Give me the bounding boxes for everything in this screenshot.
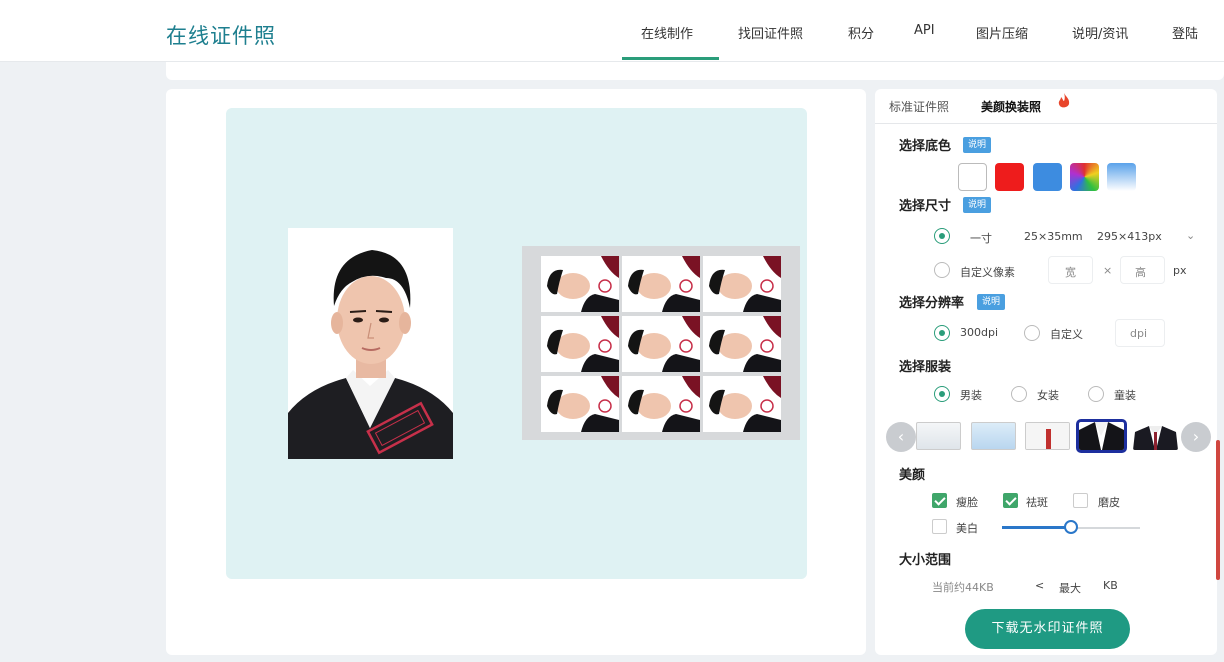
size-preset-px: 295×413px [1097,230,1162,243]
nav-active-underline [622,57,719,60]
chevron-left-icon[interactable]: ‹ [886,422,916,452]
size-help-badge[interactable]: 说明 [963,197,992,213]
resolution-title: 选择分辨率 [899,296,965,311]
smooth-skin-checkbox[interactable] [1073,493,1088,508]
remove-spots-checkbox[interactable] [1003,493,1018,508]
nav-help[interactable]: 说明/资讯 [1072,23,1128,42]
print-thumbnail [622,316,700,372]
chevron-down-icon[interactable]: ⌄ [1186,229,1195,242]
current-size-text: 当前约44KB [932,581,994,594]
max-size-input[interactable]: 最大 [1050,572,1095,600]
swatch-rainbow[interactable] [1070,163,1099,191]
nav-compress[interactable]: 图片压缩 [976,23,1028,42]
swatch-gradient[interactable] [1107,163,1136,191]
site-brand[interactable]: 在线证件照 [166,20,276,50]
size-preset-mm: 25×35mm [1024,230,1083,243]
clothes-kids-label: 童装 [1114,389,1136,402]
slim-face-label: 瘦脸 [956,496,978,509]
dpi-preset-radio[interactable] [934,325,950,341]
dpi-input[interactable]: dpi [1115,319,1165,347]
nav-online-make[interactable]: 在线制作 [641,23,693,42]
file-size-title: 大小范围 [899,553,952,568]
print-thumbnail [622,256,700,312]
nav-login[interactable]: 登陆 [1172,23,1198,42]
clothes-kids-radio[interactable] [1088,386,1104,402]
height-input[interactable]: 高 [1120,256,1165,284]
swatch-red[interactable] [995,163,1024,191]
tab-beauty[interactable]: 美颜换装照 [981,98,1041,115]
portrait-image [288,228,453,459]
resolution-help-badge[interactable]: 说明 [977,294,1006,310]
clothes-style-3[interactable] [1025,422,1070,450]
clothes-men-radio[interactable] [934,386,950,402]
print-thumbnail [703,316,781,372]
download-button[interactable]: 下载无水印证件照 [965,609,1130,649]
beauty-title: 美颜 [899,468,926,483]
swatch-white[interactable] [958,163,987,191]
swatch-blue[interactable] [1033,163,1062,191]
bg-color-help-badge[interactable]: 说明 [963,137,992,153]
print-thumbnail [541,256,619,312]
size-preset-radio[interactable] [934,228,950,244]
size-preset-label: 一寸 [970,232,992,245]
print-layout-sheet [522,246,800,440]
size-custom-radio[interactable] [934,262,950,278]
clothes-style-5[interactable] [1133,422,1178,450]
size-title: 选择尺寸 [899,199,952,214]
header-strip [166,62,1224,80]
tabs-divider [875,123,1217,124]
width-input[interactable]: 宽 [1048,256,1093,284]
dpi-custom-label: 自定义 [1050,328,1083,341]
top-header: 在线证件照 在线制作 找回证件照 积分 API 图片压缩 说明/资讯 登陆 [0,0,1224,62]
page-scrollbar[interactable] [1216,440,1220,580]
print-thumbnail [703,376,781,432]
beauty-slider-handle[interactable] [1064,520,1078,534]
size-custom-label: 自定义像素 [960,266,1015,279]
print-thumbnail [622,376,700,432]
clothes-style-2[interactable] [971,422,1016,450]
clothes-title: 选择服装 [899,360,952,375]
smooth-skin-label: 磨皮 [1098,496,1120,509]
clothes-style-4-selected[interactable] [1076,419,1127,453]
size-unit-kb: KB [1103,579,1118,592]
id-photo-preview [288,228,453,459]
dpi-preset-label: 300dpi [960,326,999,339]
print-thumbnail [703,256,781,312]
chevron-right-icon[interactable]: › [1181,422,1211,452]
dpi-input-placeholder: dpi [1130,327,1148,340]
height-input-placeholder: 高 [1135,266,1146,279]
slim-face-checkbox[interactable] [932,493,947,508]
beauty-slider-fill [1002,526,1071,529]
clothes-women-label: 女装 [1037,389,1059,402]
nav-retrieve[interactable]: 找回证件照 [738,23,803,42]
tab-standard[interactable]: 标准证件照 [889,98,949,115]
max-size-placeholder: 最大 [1059,582,1081,595]
times-sign: × [1103,264,1113,277]
print-thumbnail [541,316,619,372]
nav-points[interactable]: 积分 [848,23,874,42]
nav-api[interactable]: API [914,23,935,38]
remove-spots-label: 祛斑 [1026,496,1048,509]
clothes-style-1[interactable] [916,422,961,450]
width-input-placeholder: 宽 [1065,266,1076,279]
clothes-men-label: 男装 [960,389,982,402]
dpi-custom-radio[interactable] [1024,325,1040,341]
whitening-label: 美白 [956,522,978,535]
less-than-sign: < [1035,579,1045,592]
size-unit: px [1173,264,1187,277]
fire-icon [1058,93,1070,108]
clothes-women-radio[interactable] [1011,386,1027,402]
print-thumbnail [541,376,619,432]
bg-color-title: 选择底色 [899,139,952,154]
whitening-checkbox[interactable] [932,519,947,534]
